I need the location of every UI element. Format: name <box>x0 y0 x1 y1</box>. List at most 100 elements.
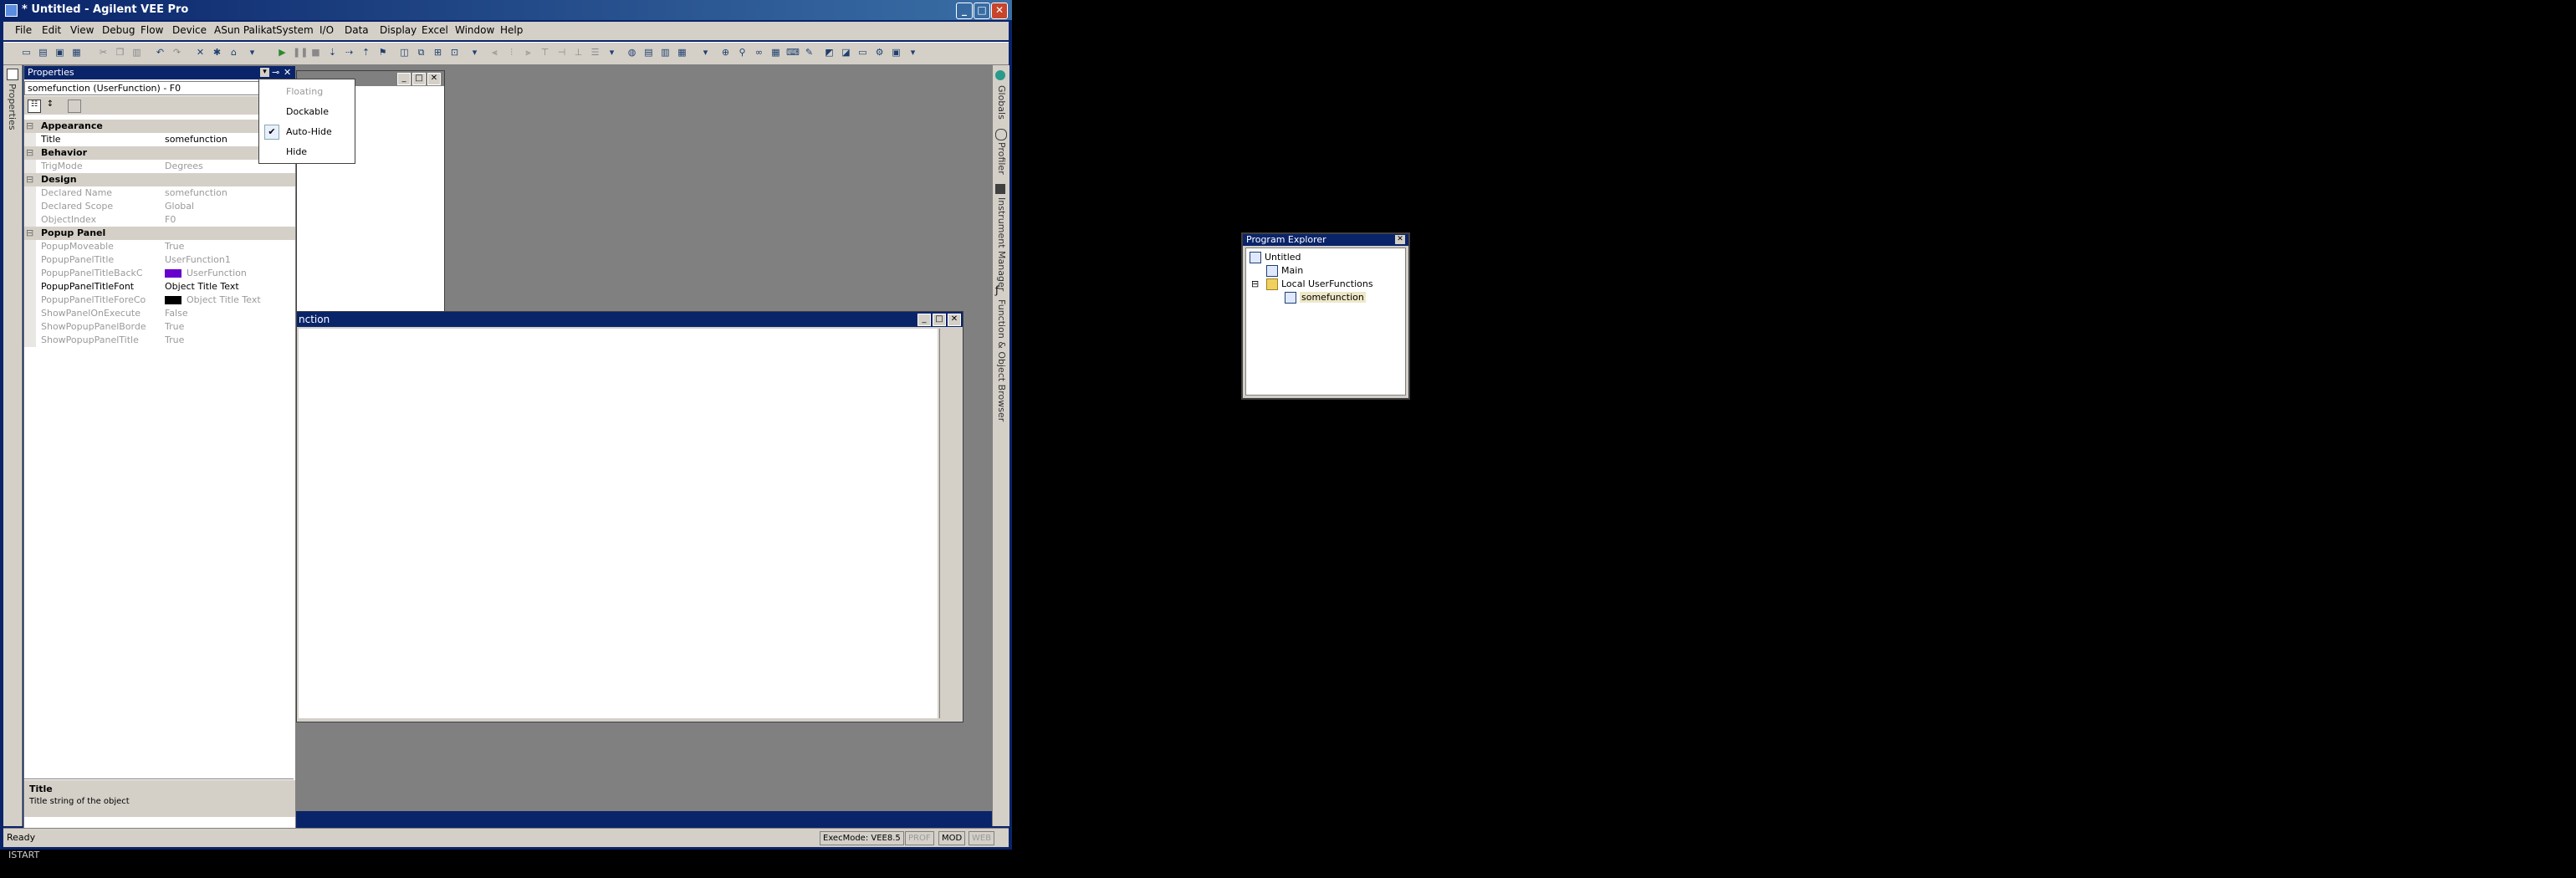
property-value[interactable]: F0 <box>165 213 290 227</box>
property-row[interactable]: Declared Scope Global <box>24 200 295 213</box>
property-value[interactable]: False <box>165 307 290 320</box>
property-row[interactable]: ShowPopupPanelTitle True <box>24 334 295 347</box>
close-icon[interactable]: ✕ <box>1395 235 1405 244</box>
property-value[interactable]: Global <box>165 200 290 213</box>
property-row[interactable]: ShowPopupPanelBorde True <box>24 320 295 334</box>
save-icon[interactable]: ▣ <box>54 46 66 59</box>
explorer-icon[interactable]: ◪ <box>840 46 852 59</box>
link-icon[interactable]: ⧉ <box>415 46 427 59</box>
align-bottom-icon[interactable]: ⊥ <box>572 46 585 59</box>
zoom-icon[interactable]: ⊕ <box>719 46 732 59</box>
property-value[interactable]: Object Title Text <box>187 294 312 307</box>
stop-icon[interactable]: ■ <box>309 46 322 59</box>
property-value[interactable]: somefunction <box>165 186 290 200</box>
sort-alpha-icon[interactable]: ↕ <box>44 100 56 111</box>
property-row[interactable]: PopupMoveable True <box>24 240 295 253</box>
menu-item-hide[interactable]: Hide <box>286 146 307 157</box>
function-browser-tab[interactable]: Function & Object Browser <box>996 299 1007 421</box>
align-center-icon[interactable]: ⫶ <box>505 46 518 59</box>
new-icon[interactable]: ▭ <box>20 46 33 59</box>
globe-icon[interactable]: ◍ <box>626 46 638 59</box>
object-selector[interactable]: somefunction (UserFunction) - F0 <box>24 81 295 95</box>
dropdown-icon[interactable]: ▾ <box>468 46 481 59</box>
step-out-icon[interactable]: ⇡ <box>360 46 372 59</box>
category-design[interactable]: ⊟ Design <box>24 173 295 186</box>
category-behavior[interactable]: ⊟ Behavior <box>24 146 295 160</box>
property-pages-icon[interactable] <box>68 100 81 113</box>
dropdown-icon[interactable]: ▾ <box>606 46 618 59</box>
gear-icon[interactable]: ⚙ <box>873 46 886 59</box>
window-titlebar[interactable]: * Untitled - Agilent VEE Pro _ □ ✕ <box>0 0 1012 20</box>
menu-display[interactable]: Display <box>380 24 417 36</box>
property-value[interactable]: True <box>165 320 290 334</box>
step-over-icon[interactable]: ⇢ <box>343 46 355 59</box>
monitor-icon[interactable]: ▣ <box>890 46 902 59</box>
binoculars-icon[interactable]: ∞ <box>753 46 765 59</box>
property-row[interactable]: Declared Name somefunction <box>24 186 295 200</box>
run-icon[interactable]: ▶ <box>276 46 289 59</box>
object-icon[interactable]: ◫ <box>398 46 411 59</box>
property-value[interactable]: True <box>165 240 290 253</box>
cut-icon[interactable]: ✂ <box>97 46 110 59</box>
property-row[interactable]: ShowPanelOnExecute False <box>24 307 295 320</box>
menu-debug[interactable]: Debug <box>102 24 135 36</box>
align-right-icon[interactable]: ⫸ <box>522 46 534 59</box>
tree-node-main[interactable]: Main <box>1266 265 1303 277</box>
property-row[interactable]: PopupPanelTitleBackC UserFunction <box>24 267 295 280</box>
clock-icon[interactable] <box>995 129 1007 140</box>
redo-icon[interactable]: ↷ <box>171 46 183 59</box>
close-button[interactable]: ✕ <box>991 3 1008 19</box>
property-value[interactable]: UserFunction1 <box>165 253 290 267</box>
properties-icon[interactable] <box>7 69 18 80</box>
minimize-icon[interactable]: _ <box>397 73 411 85</box>
detail-view-icon[interactable]: ▥ <box>659 46 672 59</box>
panel-view-icon[interactable]: ▤ <box>642 46 655 59</box>
open-icon[interactable]: ▤ <box>37 46 49 59</box>
menu-device[interactable]: Device <box>172 24 207 36</box>
close-icon[interactable]: ✕ <box>948 314 961 326</box>
dropdown-icon[interactable]: ▾ <box>699 46 712 59</box>
menu-item-floating[interactable]: Floating <box>286 86 323 97</box>
dropdown-icon[interactable]: ▾ <box>246 46 258 59</box>
category-popup-panel[interactable]: ⊟ Popup Panel <box>24 227 295 240</box>
distribute-icon[interactable]: ☰ <box>589 46 601 59</box>
property-row[interactable]: PopupPanelTitleForeCo Object Title Text <box>24 294 295 307</box>
function-icon[interactable]: ƒ <box>995 284 999 296</box>
function-canvas[interactable] <box>299 329 938 718</box>
pen-icon[interactable]: ✎ <box>803 46 815 59</box>
pause-icon[interactable]: ❚❚ <box>293 46 308 59</box>
property-row[interactable]: PopupPanelTitle UserFunction1 <box>24 253 295 267</box>
dock-options-icon[interactable]: ▾ <box>260 68 269 77</box>
pin-icon[interactable]: ⊸ <box>272 66 279 79</box>
property-value[interactable]: UserFunction <box>187 267 312 280</box>
instrument-manager-tab[interactable]: Instrument Manager <box>996 197 1007 291</box>
menu-flow[interactable]: Flow <box>141 24 163 36</box>
menu-window[interactable]: Window <box>455 24 494 36</box>
minimize-button[interactable]: _ <box>956 3 973 19</box>
globals-tab[interactable]: Globals <box>996 85 1007 120</box>
chart-icon[interactable]: ◩ <box>823 46 836 59</box>
tree-node-untitled[interactable]: Untitled <box>1250 252 1301 263</box>
network-icon[interactable]: ⊞ <box>432 46 444 59</box>
expander-icon[interactable]: ⊟ <box>1251 278 1259 289</box>
paste-icon[interactable]: ▥ <box>130 46 143 59</box>
window-icon[interactable]: ▭ <box>856 46 869 59</box>
dropdown-icon[interactable]: ▾ <box>907 46 919 59</box>
explorer-titlebar[interactable]: Program Explorer ✕ <box>1243 234 1408 246</box>
menu-io[interactable]: I/O <box>319 24 334 36</box>
menu-item-auto-hide[interactable]: Auto-Hide <box>286 126 332 137</box>
menu-edit[interactable]: Edit <box>42 24 61 36</box>
splitter[interactable] <box>24 778 294 779</box>
highlight-flow-icon[interactable]: ⚑ <box>376 46 389 59</box>
menu-item-dockable[interactable]: Dockable <box>286 106 329 117</box>
align-top-icon[interactable]: ⊤ <box>539 46 551 59</box>
maximize-icon[interactable]: □ <box>933 314 946 326</box>
table-icon[interactable]: ▦ <box>769 46 782 59</box>
categorized-icon[interactable]: ☷ <box>28 100 41 113</box>
menu-excel[interactable]: Excel <box>422 24 448 36</box>
delete-icon[interactable]: ✕ <box>194 46 207 59</box>
function-window-titlebar[interactable]: nction _ □ ✕ <box>297 312 963 327</box>
home-icon[interactable]: ⌂ <box>227 46 240 59</box>
close-icon[interactable]: ✕ <box>427 73 441 85</box>
maximize-icon[interactable]: □ <box>412 73 426 85</box>
